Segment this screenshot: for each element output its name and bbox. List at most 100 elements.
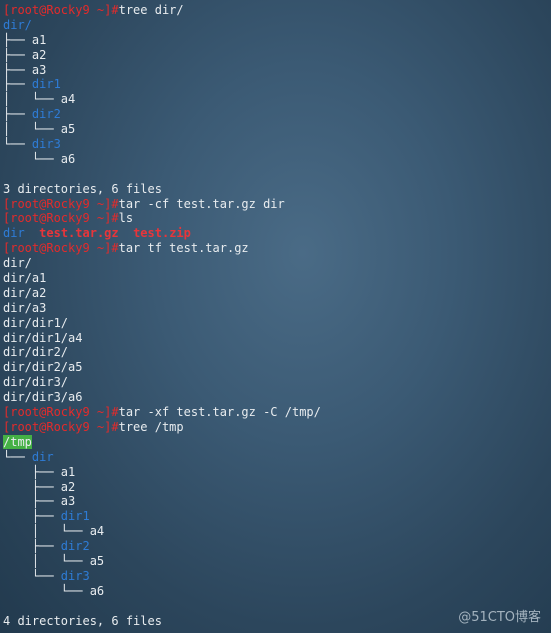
output-text: a5 [60, 122, 76, 137]
tree-branch-glyphs: ├── [3, 77, 32, 92]
terminal-line: │ └── a5 [3, 554, 551, 569]
output-text: dir/dir1/a4 [3, 330, 83, 345]
directory-name: dir1 [31, 77, 61, 92]
terminal-line: dir/a1 [3, 271, 551, 286]
output-text: a4 [89, 524, 105, 539]
tree-branch-glyphs: ├── [3, 47, 32, 62]
terminal-line: └── a6 [3, 152, 551, 167]
terminal-line: ├── a3 [3, 63, 551, 78]
terminal-line: ├── a2 [3, 480, 551, 495]
terminal-line: dir/dir1/a4 [3, 331, 551, 346]
directory-name: dir [31, 449, 54, 464]
terminal-line: dir/ [3, 18, 551, 33]
output-text: tree /tmp [118, 419, 184, 434]
terminal-line: ├── dir2 [3, 539, 551, 554]
watermark-text: @51CTO博客 [458, 610, 541, 625]
shell-prompt: [root@Rocky9 ~]# [3, 405, 119, 420]
shell-prompt: [root@Rocky9 ~]# [3, 196, 119, 211]
tree-branch-glyphs: │ └── [3, 122, 61, 137]
terminal-line: └── dir [3, 450, 551, 465]
output-text: dir/dir2/ [3, 345, 69, 360]
tree-branch-glyphs: │ └── [3, 524, 90, 539]
directory-name: dir/ [3, 17, 32, 32]
output-text: a5 [89, 553, 105, 568]
terminal-line: │ └── a4 [3, 92, 551, 107]
tree-branch-glyphs: │ └── [3, 92, 61, 107]
terminal-line: 3 directories, 6 files [3, 182, 551, 197]
terminal-line: └── a6 [3, 584, 551, 599]
terminal-line: dir/dir1/ [3, 316, 551, 331]
output-text: a3 [31, 62, 47, 77]
terminal-line: dir/dir3/a6 [3, 390, 551, 405]
output-text: dir/a3 [3, 300, 47, 315]
tree-branch-glyphs: ├── [3, 509, 61, 524]
tree-branch-glyphs: ├── [3, 464, 61, 479]
output-text: dir/dir1/ [3, 315, 69, 330]
archive-file-name: test.zip [133, 226, 191, 241]
terminal-line: [root@Rocky9 ~]#tree /tmp [3, 420, 551, 435]
output-text: a3 [60, 494, 76, 509]
terminal-line: ├── a1 [3, 465, 551, 480]
terminal-line: dir/ [3, 256, 551, 271]
directory-name: dir2 [60, 539, 90, 554]
terminal-output[interactable]: [root@Rocky9 ~]#tree dir/dir/├── a1 ├── a… [3, 3, 551, 633]
output-text: a2 [60, 479, 76, 494]
terminal-line: dir/dir2/a5 [3, 360, 551, 375]
directory-name: dir [3, 226, 25, 241]
terminal-line: dir/a3 [3, 301, 551, 316]
tree-branch-glyphs: │ └── [3, 553, 90, 568]
terminal-line: [root@Rocky9 ~]#tar -xf test.tar.gz -C /… [3, 405, 551, 420]
shell-prompt: [root@Rocky9 ~]# [3, 3, 119, 17]
output-text: tar -xf test.tar.gz -C /tmp/ [118, 405, 321, 420]
output-text: dir/a2 [3, 285, 47, 300]
output-text: 3 directories, 6 files [3, 181, 162, 196]
directory-name: dir3 [31, 137, 61, 152]
output-text: tree dir/ [118, 3, 184, 17]
highlighted-path: /tmp [3, 434, 32, 449]
terminal-line: [root@Rocky9 ~]#tree dir/ [3, 3, 551, 18]
terminal-line: └── dir3 [3, 569, 551, 584]
shell-prompt: [root@Rocky9 ~]# [3, 419, 119, 434]
tree-branch-glyphs: ├── [3, 479, 61, 494]
output-text: dir/dir3/a6 [3, 390, 83, 405]
tree-branch-glyphs: └── [3, 137, 32, 152]
terminal-line: dir/dir3/ [3, 375, 551, 390]
output-text: a4 [60, 92, 76, 107]
output-text: a1 [60, 464, 76, 479]
directory-name: dir3 [60, 568, 90, 583]
terminal-line: dir test.tar.gz test.zip [3, 226, 551, 241]
terminal-line: ├── dir2 [3, 107, 551, 122]
output-text: a1 [31, 32, 47, 47]
output-text: a6 [89, 583, 105, 598]
terminal-line: ├── a3 [3, 494, 551, 509]
terminal-line: [root@Rocky9 ~]#tar -cf test.tar.gz dir [3, 197, 551, 212]
tree-branch-glyphs: ├── [3, 62, 32, 77]
tree-branch-glyphs: ├── [3, 32, 32, 47]
tree-branch-glyphs: ├── [3, 539, 61, 554]
output-text: a2 [31, 47, 47, 62]
output-text: dir/a1 [3, 271, 47, 286]
tree-branch-glyphs: ├── [3, 494, 61, 509]
output-text: ls [118, 211, 134, 226]
terminal-line: └── dir3 [3, 137, 551, 152]
terminal-line: dir/dir2/ [3, 345, 551, 360]
archive-file-name: test.tar.gz [39, 226, 119, 241]
output-text: a6 [60, 151, 76, 166]
terminal-line: ├── a1 [3, 33, 551, 48]
output-text: tar tf test.tar.gz [118, 241, 249, 256]
output-text: dir/dir3/ [3, 375, 69, 390]
terminal-line: [root@Rocky9 ~]#tar tf test.tar.gz [3, 241, 551, 256]
terminal-line: [root@Rocky9 ~]#ls [3, 211, 551, 226]
terminal-line: │ └── a4 [3, 524, 551, 539]
output-text: dir/ [3, 256, 32, 271]
tree-branch-glyphs: ├── [3, 107, 32, 122]
terminal-line: ├── a2 [3, 48, 551, 63]
shell-prompt: [root@Rocky9 ~]# [3, 211, 119, 226]
tree-branch-glyphs: └── [3, 583, 90, 598]
output-text: dir/dir2/a5 [3, 360, 83, 375]
terminal-line: ├── dir1 [3, 77, 551, 92]
terminal-line: │ └── a5 [3, 122, 551, 137]
directory-name: dir1 [60, 509, 90, 524]
